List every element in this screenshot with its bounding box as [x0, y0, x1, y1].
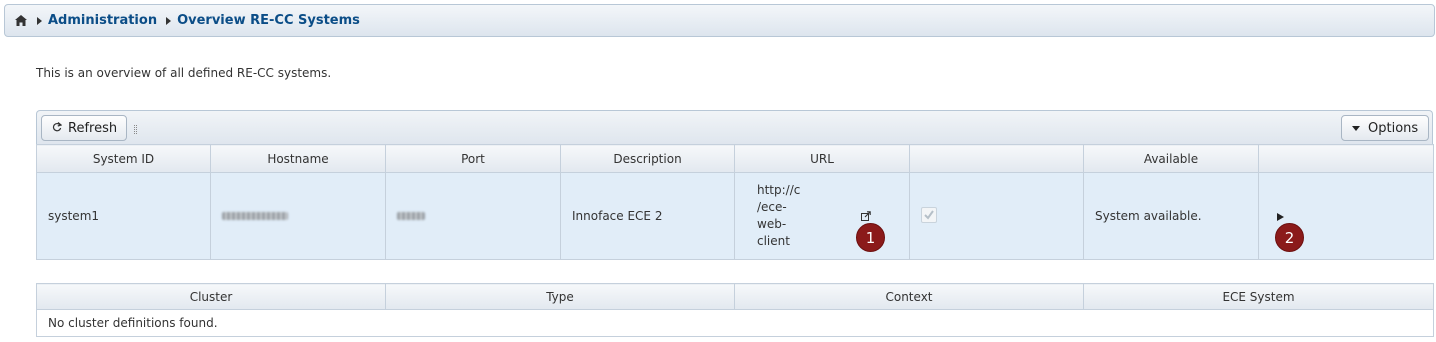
page-description: This is an overview of all defined RE-CC…: [36, 66, 332, 80]
system-id-cell: system1: [36, 172, 211, 260]
breadcrumb-separator-icon: [37, 16, 42, 25]
enabled-checkbox[interactable]: [921, 206, 937, 223]
refresh-icon: [52, 121, 63, 135]
column-header-context[interactable]: Context: [734, 283, 1084, 310]
caret-down-icon: [1352, 125, 1360, 131]
url-text: http://c /ece- web- client: [757, 183, 801, 248]
column-header-ece-system[interactable]: ECE System: [1083, 283, 1434, 310]
breadcrumb-administration[interactable]: Administration: [48, 13, 157, 28]
annotation-marker-1: 1: [856, 223, 885, 252]
column-header-system-id[interactable]: System ID: [36, 144, 211, 173]
toolbar-grip[interactable]: [134, 125, 137, 134]
external-link-icon[interactable]: [861, 210, 871, 224]
action-cell: 2: [1258, 172, 1434, 260]
column-header-cluster[interactable]: Cluster: [36, 283, 386, 310]
breadcrumb-overview-re-cc-systems[interactable]: Overview RE-CC Systems: [177, 13, 360, 28]
home-icon[interactable]: [14, 14, 28, 28]
description-cell: Innoface ECE 2: [560, 172, 735, 260]
redacted-port: [397, 212, 425, 220]
column-header-hostname[interactable]: Hostname: [210, 144, 386, 173]
redacted-hostname: [222, 212, 288, 220]
table-toolbar: Refresh Options: [36, 110, 1433, 144]
hostname-cell: [210, 172, 386, 260]
table-header-row: Cluster Type Context ECE System: [36, 283, 1434, 310]
play-icon[interactable]: [1277, 213, 1284, 221]
cluster-table: Cluster Type Context ECE System No clust…: [36, 283, 1434, 337]
available-cell: System available.: [1083, 172, 1259, 260]
column-header-available[interactable]: Available: [1083, 144, 1259, 173]
annotation-marker-2: 2: [1275, 223, 1304, 252]
options-button[interactable]: Options: [1341, 115, 1429, 141]
table-row[interactable]: system1 Innoface ECE 2 http://c /ece- we…: [36, 172, 1434, 260]
options-label: Options: [1368, 120, 1419, 136]
breadcrumb: Administration Overview RE-CC Systems: [4, 4, 1435, 37]
refresh-button[interactable]: Refresh: [41, 115, 127, 141]
refresh-label: Refresh: [68, 120, 118, 136]
column-header-port[interactable]: Port: [385, 144, 561, 173]
url-cell: http://c /ece- web- client 1: [734, 172, 910, 260]
table-row: No cluster definitions found.: [36, 309, 1434, 337]
port-cell: [385, 172, 561, 260]
systems-table: System ID Hostname Port Description URL …: [36, 144, 1434, 260]
column-header-blank: [909, 144, 1084, 173]
breadcrumb-separator-icon: [166, 16, 172, 25]
empty-table-message: No cluster definitions found.: [36, 309, 1434, 337]
checkbox-cell: [909, 172, 1084, 260]
column-header-actions: [1258, 144, 1434, 173]
table-header-row: System ID Hostname Port Description URL …: [36, 144, 1434, 173]
column-header-url[interactable]: URL: [734, 144, 910, 173]
column-header-type[interactable]: Type: [385, 283, 735, 310]
column-header-description[interactable]: Description: [560, 144, 735, 173]
